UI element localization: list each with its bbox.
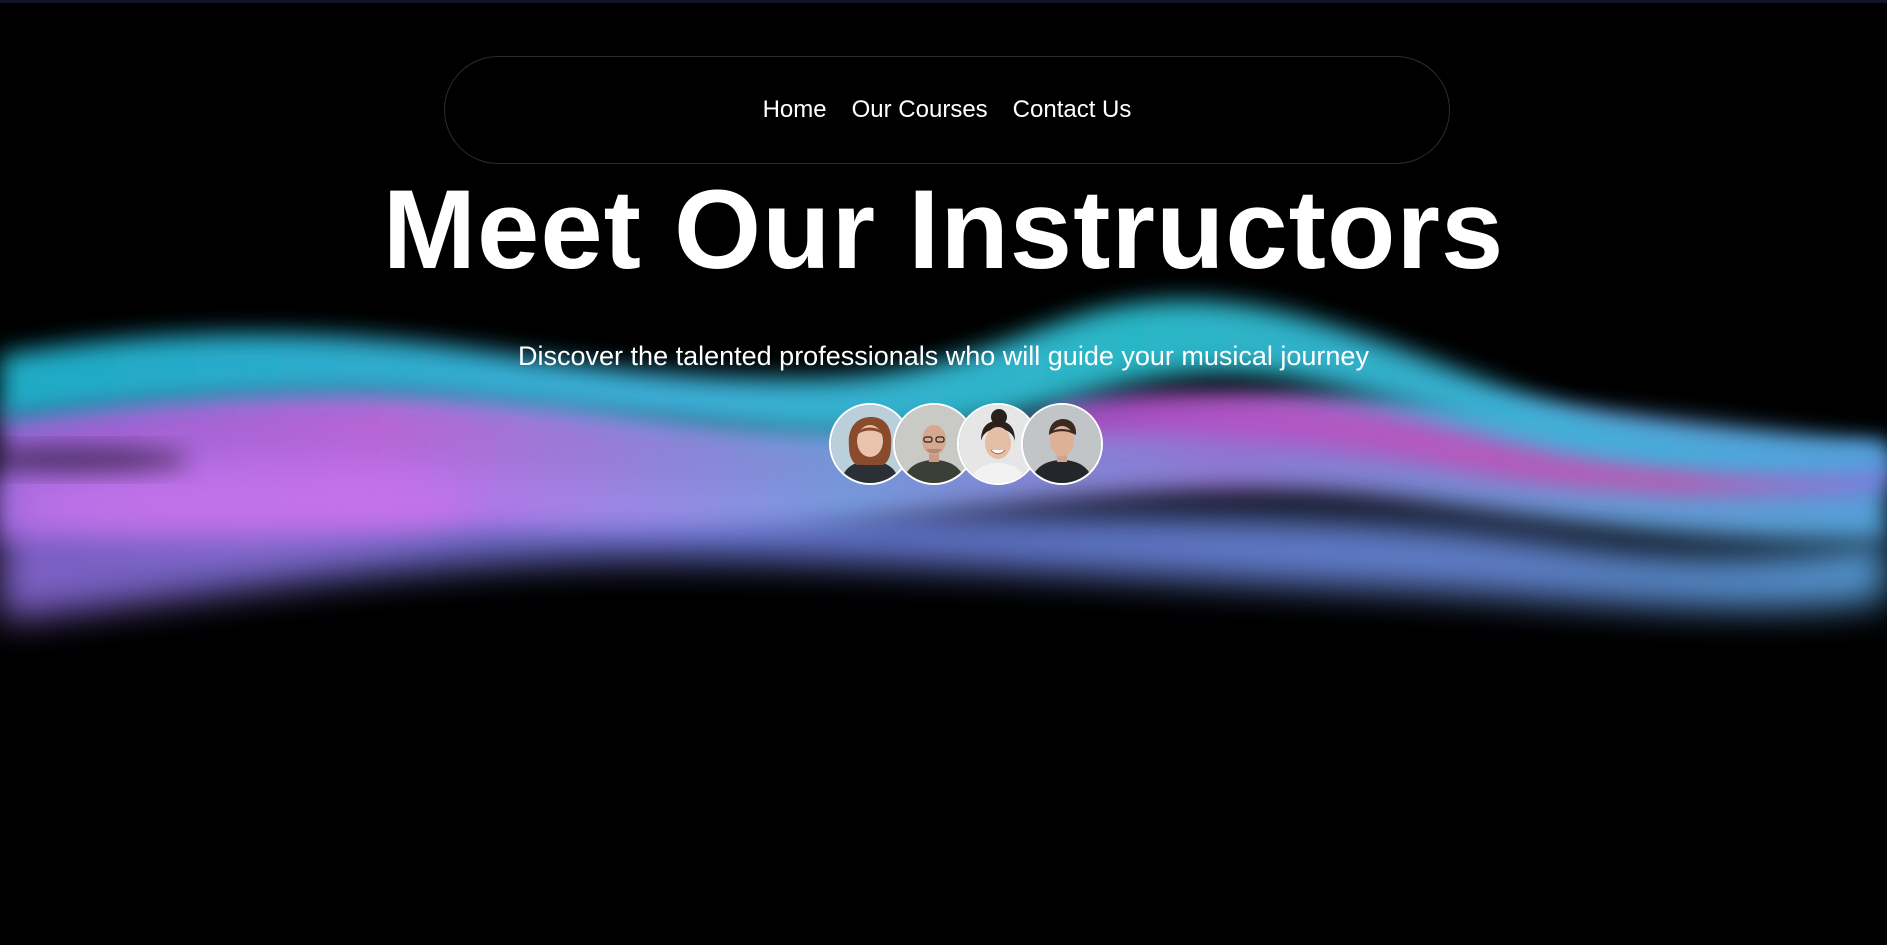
aurora-glow-left [10, 470, 470, 540]
instructor-avatar-group [829, 403, 1103, 485]
page-subtitle: Discover the talented professionals who … [518, 341, 1369, 371]
instructor-avatar-4[interactable] [1021, 403, 1103, 485]
nav-courses-link[interactable]: Our Courses [852, 96, 988, 124]
page: Home Our Courses Contact Us Meet Our Ins… [0, 0, 1887, 945]
main-nav: Home Our Courses Contact Us [444, 56, 1450, 164]
page-title: Meet Our Instructors [382, 167, 1505, 292]
instructor-photo-4 [1023, 405, 1101, 483]
nav-contact-link[interactable]: Contact Us [1013, 96, 1132, 124]
nav-home-link[interactable]: Home [763, 96, 827, 124]
